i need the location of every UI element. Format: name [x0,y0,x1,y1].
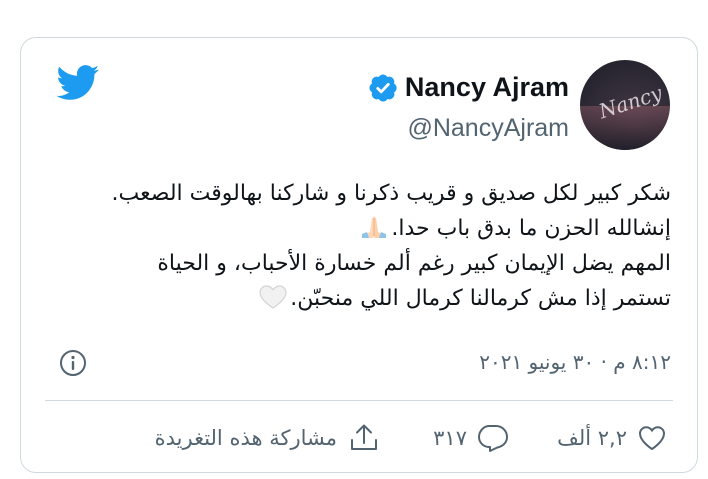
tweet-meta: ٨:١٢ م · ٣٠ يونيو ٢٠٢١ [58,348,671,378]
white-heart-emoji-icon [259,285,287,309]
author-name-row[interactable]: Nancy Ajram [369,72,569,103]
info-icon[interactable] [58,348,88,378]
tweet-timestamp[interactable]: ٨:١٢ م · ٣٠ يونيو ٢٠٢١ [479,350,671,374]
author-handle[interactable]: @NancyAjram [407,114,569,143]
tweet-line-1: شكر كبير لكل صديق و قريب ذكرنا و شاركنا … [111,181,671,206]
folded-hands-emoji-icon [362,217,387,238]
share-label: مشاركة هذه التغريدة [154,426,337,450]
reply-count: ٣١٧ [433,426,467,450]
tweet-actions: ٢,٢ ألف ٣١٧ مشاركة هذه التغريدة [21,418,697,458]
avatar[interactable]: Nancy [580,60,670,150]
reply-icon [478,425,508,452]
share-button[interactable]: مشاركة هذه التغريدة [155,418,379,458]
like-count: ٢,٢ ألف [557,426,627,450]
divider [45,400,673,401]
like-button[interactable]: ٢,٢ ألف [557,418,667,458]
twitter-bird-icon[interactable] [56,65,100,101]
tweet-line-4: تستمر إذا مش كرمالنا كرمال اللي منحبّن. [290,286,671,311]
share-icon [351,424,377,450]
reply-button[interactable]: ٣١٧ [433,418,509,458]
tweet-line-4-wrap: تستمر إذا مش كرمالنا كرمال اللي منحبّن. [63,281,671,316]
tweet-line-2-wrap: إنشالله الحزن ما بدق باب حدا. [63,211,671,246]
tweet-line-3: المهم يضل الإيمان كبير رغم ألم خسارة الأ… [157,251,671,276]
tweet-card[interactable]: Nancy Nancy Ajram @NancyAjram شكر كبير ل… [20,37,698,473]
verified-badge-icon [369,73,397,102]
heart-icon [638,426,666,451]
tweet-text: شكر كبير لكل صديق و قريب ذكرنا و شاركنا … [63,176,671,316]
tweet-line-2: إنشالله الحزن ما بدق باب حدا. [391,216,671,241]
author-name[interactable]: Nancy Ajram [405,72,569,103]
